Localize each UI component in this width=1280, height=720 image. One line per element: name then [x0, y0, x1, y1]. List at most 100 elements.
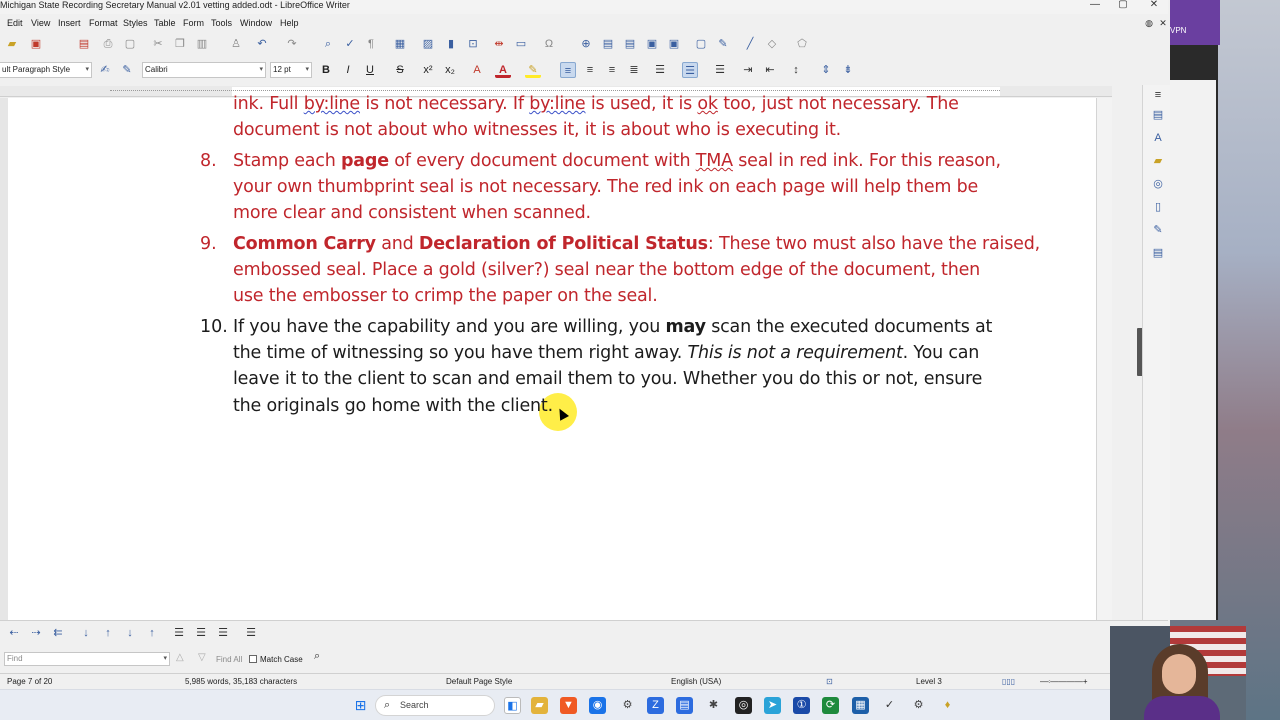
list-item-10-line4[interactable]: the originals go home with the client. — [233, 393, 553, 419]
align-center-icon[interactable]: ≡ — [582, 62, 598, 78]
outline-icon[interactable]: ☰ — [712, 62, 728, 78]
insert-chart-icon[interactable]: ▮ — [443, 36, 459, 52]
save-icon[interactable]: ▣ — [28, 36, 44, 52]
find-previous-icon[interactable]: △ — [176, 653, 184, 663]
properties-icon[interactable]: ▤ — [1150, 107, 1166, 123]
cut-icon[interactable]: ✂ — [150, 36, 166, 52]
align-right-icon[interactable]: ≡ — [604, 62, 620, 78]
minimize-button[interactable]: — — [1088, 0, 1102, 12]
list-item-9-line3[interactable]: use the embosser to crimp the paper on t… — [233, 283, 658, 309]
bullets-icon[interactable]: ☰ — [652, 62, 668, 78]
menu-tools[interactable]: Tools — [211, 17, 232, 29]
zoom-slider[interactable]: —◦————+ — [1040, 677, 1088, 687]
brave-browser-icon[interactable]: ▼ — [560, 697, 577, 714]
special-character-icon[interactable]: Ω — [541, 36, 557, 52]
paragraph-style-dropdown[interactable]: ult Paragraph Style ▾ — [0, 62, 92, 78]
start-icon[interactable]: ⊞ — [352, 697, 369, 714]
print-icon[interactable]: ⎙ — [100, 36, 116, 52]
insert-textbox-icon[interactable]: ⊡ — [465, 36, 481, 52]
find-input[interactable]: Find ▾ — [4, 652, 170, 666]
insert-image-icon[interactable]: ▨ — [420, 36, 436, 52]
writer-icon[interactable]: ▤ — [676, 697, 693, 714]
paste-icon[interactable]: ▥ — [194, 36, 210, 52]
hyperlink-icon[interactable]: ⊕ — [578, 36, 594, 52]
menu-form[interactable]: Form — [183, 17, 204, 29]
tool-icon[interactable]: ✱ — [705, 697, 722, 714]
list-item-9-line1[interactable]: Common Carry and Declaration of Politica… — [233, 231, 1040, 257]
vertical-scrollbar[interactable] — [1097, 98, 1112, 620]
page-style[interactable]: Default Page Style — [446, 677, 512, 687]
list-item-9-line2[interactable]: embossed seal. Place a gold (silver?) se… — [233, 257, 980, 283]
export-pdf-icon[interactable]: ▤ — [76, 36, 92, 52]
page-count[interactable]: Page 7 of 20 — [7, 677, 52, 687]
draw-functions-icon[interactable]: ⬠ — [794, 36, 810, 52]
bullets-numbering-icon[interactable]: ☰ — [243, 625, 259, 641]
list-item-10-line1[interactable]: If you have the capability and you are w… — [233, 314, 992, 340]
sync-icon[interactable]: ⟳ — [822, 697, 839, 714]
word-count[interactable]: 5,985 words, 35,183 characters — [185, 677, 297, 687]
endnote-icon[interactable]: ▤ — [622, 36, 638, 52]
gallery-icon[interactable]: ▰ — [1150, 153, 1166, 169]
promote-icon[interactable]: ⇠ — [6, 625, 22, 641]
list-item-8-line3[interactable]: more clear and consistent when scanned. — [233, 200, 591, 226]
menu-window[interactable]: Window — [240, 17, 272, 29]
footnote-icon[interactable]: ▤ — [600, 36, 616, 52]
find-all-button[interactable]: Find All — [216, 655, 242, 665]
file-explorer-icon[interactable]: ▰ — [531, 697, 548, 714]
comment-icon[interactable]: ▢ — [693, 36, 709, 52]
page-break-icon[interactable]: ⇹ — [491, 36, 507, 52]
redo-icon[interactable]: ↷ — [284, 36, 300, 52]
misc-app-icon[interactable]: ♦ — [939, 697, 956, 714]
menu-edit[interactable]: Edit — [7, 17, 23, 29]
maximize-button[interactable]: ▢ — [1116, 0, 1130, 12]
close-document-icon[interactable]: ✕ — [1156, 16, 1170, 30]
close-button[interactable]: ✕ — [1147, 0, 1161, 12]
font-size-dropdown[interactable]: 12 pt ▾ — [270, 62, 312, 78]
view-layout-icon[interactable]: ▯▯▯ — [1002, 677, 1015, 687]
check-icon[interactable]: ✓ — [881, 697, 898, 714]
menu-view[interactable]: View — [31, 17, 50, 29]
find-replace-icon[interactable]: ⌕ — [320, 36, 336, 52]
list-item-10-line2[interactable]: the time of witnessing so you have them … — [233, 340, 979, 366]
page-icon[interactable]: ▯ — [1150, 199, 1166, 215]
paragraph-line[interactable]: document is not about who witnesses it, … — [233, 117, 841, 143]
obs-icon[interactable]: ◎ — [735, 697, 752, 714]
find-replace-icon[interactable]: ⌕ — [314, 651, 320, 662]
globe-icon[interactable]: ◍ — [1142, 16, 1156, 30]
move-down-icon[interactable]: ↓ — [78, 625, 94, 641]
highlight-icon[interactable]: ✎ — [525, 62, 541, 78]
bold-icon[interactable]: B — [318, 62, 334, 78]
paragraph-spacing-icon[interactable]: ⇕ — [818, 62, 834, 78]
menu-table[interactable]: Table — [154, 17, 176, 29]
font-color-icon[interactable]: A — [495, 62, 511, 78]
selection-mode-icon[interactable]: ⊡ — [826, 677, 833, 687]
strikethrough-icon[interactable]: S — [392, 62, 408, 78]
menu-help[interactable]: Help — [280, 17, 299, 29]
list-item-8-line1[interactable]: Stamp each page of every document docume… — [233, 148, 1001, 174]
move-down-subpoints-icon[interactable]: ↓ — [122, 625, 138, 641]
line-spacing-icon[interactable]: ↕ — [788, 62, 804, 78]
insert-unnumbered-icon[interactable]: ☰ — [171, 625, 187, 641]
cross-reference-icon[interactable]: ▣ — [666, 36, 682, 52]
align-left-icon[interactable]: ≡ — [560, 62, 576, 78]
copy-icon[interactable]: ❐ — [172, 36, 188, 52]
underline-icon[interactable]: U — [362, 62, 378, 78]
print-preview-icon[interactable]: ▢ — [122, 36, 138, 52]
increase-indent-icon[interactable]: ⇥ — [740, 62, 756, 78]
language[interactable]: English (USA) — [671, 677, 721, 687]
track-changes-icon[interactable]: ✎ — [715, 36, 731, 52]
decrease-spacing-icon[interactable]: ⇟ — [840, 62, 856, 78]
list-item-10-line3[interactable]: leave it to the client to scan and email… — [233, 366, 982, 392]
match-case-checkbox[interactable] — [249, 655, 257, 663]
subscript-icon[interactable]: x₂ — [442, 62, 458, 78]
insert-table-icon[interactable]: ▦ — [392, 36, 408, 52]
clone-formatting-icon[interactable]: ♙ — [228, 36, 244, 52]
password-manager-icon[interactable]: ① — [793, 697, 810, 714]
app-icon[interactable]: ◉ — [589, 697, 606, 714]
spelling-icon[interactable]: ✓ — [342, 36, 358, 52]
menu-format[interactable]: Format — [89, 17, 118, 29]
font-name-dropdown[interactable]: Calibri ▾ — [142, 62, 266, 78]
italic-icon[interactable]: I — [340, 62, 356, 78]
unnumbered-entry-icon[interactable]: ⇇ — [50, 625, 66, 641]
settings-icon[interactable]: ⚙ — [619, 697, 636, 714]
